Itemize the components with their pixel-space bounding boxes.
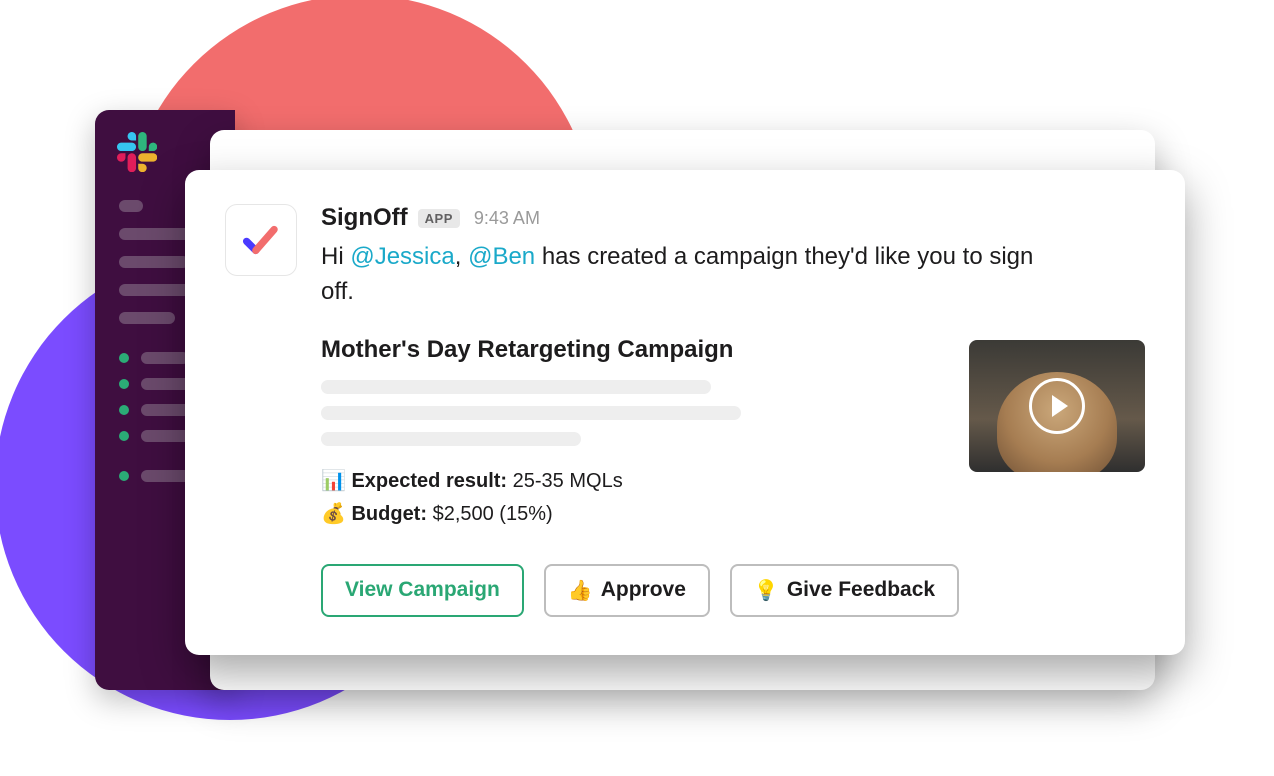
- message-text: Hi @Jessica, @Ben has created a campaign…: [321, 240, 1041, 310]
- campaign-description-placeholder: [321, 380, 941, 446]
- budget-value: $2,500 (15%): [433, 503, 553, 525]
- message-header: SignOff APP 9:43 AM: [321, 204, 1145, 232]
- expected-result-value: 25-35 MQLs: [513, 470, 623, 492]
- sidebar-placeholder: [119, 312, 175, 324]
- presence-dot-icon: [119, 471, 129, 481]
- lightbulb-icon: 💡: [754, 578, 779, 603]
- give-feedback-label: Give Feedback: [787, 578, 935, 602]
- slack-logo-icon: [117, 132, 157, 172]
- view-campaign-label: View Campaign: [345, 578, 500, 602]
- message-text-part: ,: [455, 243, 468, 270]
- presence-dot-icon: [119, 405, 129, 415]
- expected-result-line: 📊 Expected result: 25-35 MQLs: [321, 468, 941, 493]
- approve-label: Approve: [601, 578, 686, 602]
- campaign-title: Mother's Day Retargeting Campaign: [321, 336, 941, 364]
- slack-message-card: SignOff APP 9:43 AM Hi @Jessica, @Ben ha…: [185, 170, 1185, 655]
- app-badge: APP: [418, 209, 460, 228]
- presence-dot-icon: [119, 353, 129, 363]
- budget-label: Budget:: [351, 503, 427, 525]
- view-campaign-button[interactable]: View Campaign: [321, 564, 524, 617]
- message-timestamp: 9:43 AM: [474, 208, 540, 229]
- money-bag-icon: 💰: [321, 503, 346, 525]
- approve-button[interactable]: 👍 Approve: [544, 564, 710, 617]
- message-text-part: Hi: [321, 243, 350, 270]
- play-icon: [1029, 378, 1085, 434]
- sidebar-placeholder: [119, 200, 143, 212]
- signoff-check-icon: [240, 219, 282, 261]
- thumbs-up-icon: 👍: [568, 578, 593, 603]
- budget-line: 💰 Budget: $2,500 (15%): [321, 501, 941, 526]
- presence-dot-icon: [119, 431, 129, 441]
- sidebar-placeholder: [141, 352, 189, 364]
- mention-jessica[interactable]: @Jessica: [350, 243, 454, 270]
- presence-dot-icon: [119, 379, 129, 389]
- app-avatar: [225, 204, 297, 276]
- app-name: SignOff: [321, 204, 408, 232]
- give-feedback-button[interactable]: 💡 Give Feedback: [730, 564, 959, 617]
- video-thumbnail[interactable]: [969, 340, 1145, 472]
- expected-result-label: Expected result:: [351, 470, 507, 492]
- mention-ben[interactable]: @Ben: [468, 243, 535, 270]
- bar-chart-icon: 📊: [321, 470, 346, 492]
- sidebar-placeholder: [119, 256, 189, 268]
